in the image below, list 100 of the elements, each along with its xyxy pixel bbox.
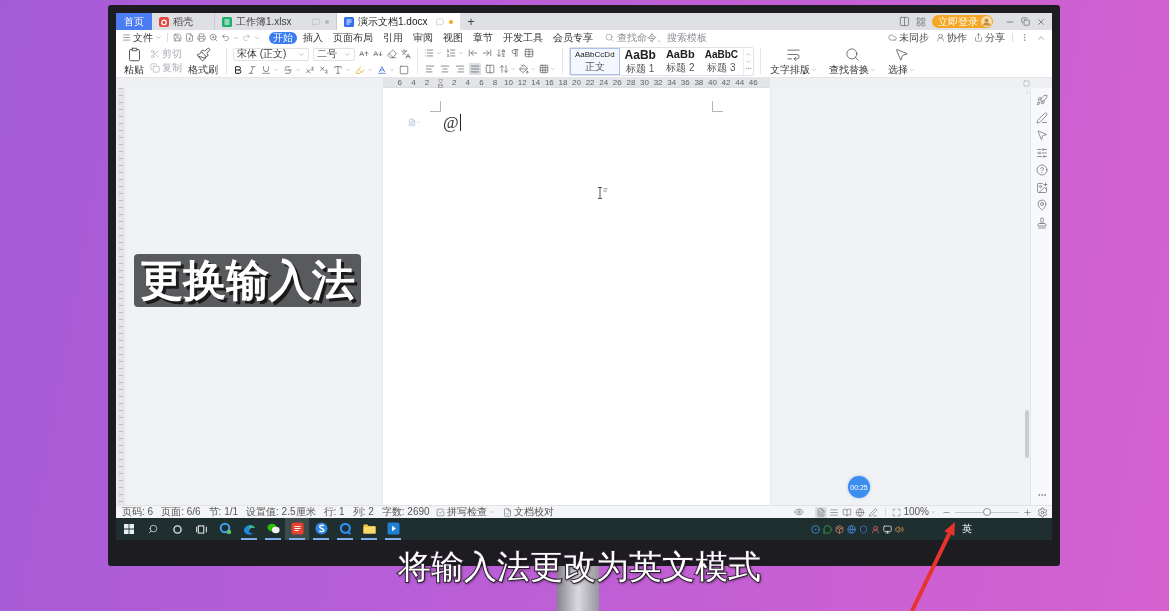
search-field[interactable]: 查找命令、搜索模板 xyxy=(617,31,713,44)
outline-view-icon[interactable] xyxy=(828,506,841,518)
more-icon[interactable] xyxy=(1020,33,1029,42)
reading-view-icon[interactable] xyxy=(841,506,854,518)
preview-icon[interactable] xyxy=(209,33,218,42)
strikethrough-icon[interactable] xyxy=(283,64,293,75)
file-menu-button[interactable]: 文件 xyxy=(122,32,162,43)
round-app-icon[interactable] xyxy=(811,524,820,534)
style-option[interactable]: AaBbC 标题 3 xyxy=(699,47,743,75)
header-action-button[interactable]: 分享 xyxy=(974,32,1005,43)
text-effect-icon[interactable] xyxy=(333,64,343,75)
ribbon-tab[interactable]: 引用 xyxy=(379,31,407,44)
print-icon[interactable] xyxy=(197,33,206,42)
numbered-list-icon[interactable] xyxy=(446,47,456,58)
grow-font-icon[interactable] xyxy=(359,49,369,59)
align-center-icon[interactable] xyxy=(439,62,451,75)
scroll-up-icon[interactable] xyxy=(745,50,752,58)
shading-icon[interactable] xyxy=(519,63,529,74)
settings-icon[interactable] xyxy=(1037,506,1048,518)
bullet-list-icon[interactable] xyxy=(424,47,434,58)
document-tab[interactable]: 演示文档1.docx xyxy=(337,13,460,30)
indent-marker-icon[interactable] xyxy=(438,78,444,88)
sliders-icon[interactable] xyxy=(1035,146,1048,159)
decrease-indent-icon[interactable] xyxy=(468,47,478,58)
borders-icon[interactable] xyxy=(539,63,549,74)
rocket-icon[interactable] xyxy=(1035,94,1048,106)
zoom-in-icon[interactable] xyxy=(1023,507,1032,517)
line-spacing-icon[interactable] xyxy=(499,63,509,74)
image-icon[interactable] xyxy=(1035,181,1048,194)
box-icon[interactable] xyxy=(835,524,844,534)
fit-width-icon[interactable] xyxy=(892,507,902,517)
underline-icon[interactable] xyxy=(261,64,271,75)
globe-icon[interactable] xyxy=(847,524,856,534)
font-size-dropdown[interactable]: 二号 xyxy=(313,47,355,61)
proofread-button[interactable]: 文档校对 xyxy=(502,507,554,517)
new-tab-button[interactable]: + xyxy=(460,13,482,30)
bold-icon[interactable] xyxy=(233,64,243,75)
page-view-icon[interactable] xyxy=(815,506,828,518)
grid-icon[interactable] xyxy=(916,16,926,27)
zoom-slider-thumb[interactable] xyxy=(983,508,991,516)
ribbon-tab[interactable]: 视图 xyxy=(439,31,467,44)
spell-check-button[interactable]: 拼写检查 xyxy=(435,507,495,517)
help-icon[interactable] xyxy=(1035,164,1048,176)
undo-icon[interactable] xyxy=(221,33,230,42)
ribbon-tab[interactable]: 插入 xyxy=(299,31,327,44)
superscript-icon[interactable] xyxy=(305,64,315,75)
restore-icon[interactable] xyxy=(1021,17,1030,26)
shield-icon[interactable] xyxy=(859,524,868,534)
chat-icon[interactable] xyxy=(823,524,832,534)
pointer-icon[interactable] xyxy=(1035,129,1048,141)
ribbon-tab[interactable]: 会员专享 xyxy=(549,31,597,44)
taskbar-button[interactable] xyxy=(285,518,309,540)
character-border-icon[interactable] xyxy=(399,64,409,75)
align-right-icon[interactable] xyxy=(454,62,466,75)
shrink-font-icon[interactable] xyxy=(373,49,383,59)
pen-icon[interactable] xyxy=(867,506,880,518)
font-family-dropdown[interactable]: 宋体 (正文) xyxy=(233,47,309,61)
sort-icon[interactable] xyxy=(496,47,506,58)
justify-icon[interactable] xyxy=(469,62,481,75)
close-icon[interactable] xyxy=(1036,16,1046,27)
ribbon-tab[interactable]: 页面布局 xyxy=(329,31,377,44)
tool-button[interactable]: 文字排版 xyxy=(767,47,820,75)
ruler-toggle-icon[interactable] xyxy=(1023,79,1030,87)
phonetic-guide-icon[interactable] xyxy=(401,49,411,59)
input-method-indicator[interactable]: 英 xyxy=(962,524,972,534)
web-view-icon[interactable] xyxy=(854,506,867,518)
split-view-icon[interactable] xyxy=(899,16,910,27)
save-icon[interactable] xyxy=(173,33,182,42)
font-color-icon[interactable] xyxy=(377,64,387,75)
style-option[interactable]: AaBb 标题 1 xyxy=(619,47,661,75)
redo-icon[interactable] xyxy=(242,33,251,42)
pen-icon[interactable] xyxy=(1035,111,1048,124)
paragraph-options-icon[interactable] xyxy=(408,118,416,127)
eraser-icon[interactable] xyxy=(387,49,397,59)
scroll-down-icon[interactable] xyxy=(745,57,752,65)
distribute-icon[interactable] xyxy=(484,62,496,75)
export-icon[interactable] xyxy=(185,33,194,42)
ribbon-tab[interactable]: 章节 xyxy=(469,31,497,44)
paragraph-mark-icon[interactable] xyxy=(510,47,520,58)
tool-button[interactable]: 查找替换 xyxy=(826,47,879,75)
clipboard-button[interactable]: 格式刷 xyxy=(186,47,220,75)
header-action-button[interactable]: 协作 xyxy=(936,32,967,43)
ribbon-tab[interactable]: 开始 xyxy=(269,31,297,44)
document-tab[interactable]: 首页 xyxy=(116,13,152,30)
table-icon[interactable] xyxy=(524,47,534,58)
zoom-dropdown[interactable]: 100% xyxy=(903,507,936,517)
align-left-icon[interactable] xyxy=(424,62,436,75)
highlighter-icon[interactable] xyxy=(355,64,365,75)
clipboard-button[interactable]: 粘贴 xyxy=(122,47,146,75)
style-option[interactable]: AaBbCcDd 正文 xyxy=(570,47,620,75)
ribbon-tab[interactable]: 审阅 xyxy=(409,31,437,44)
map-pin-icon[interactable] xyxy=(1035,199,1048,211)
increase-indent-icon[interactable] xyxy=(482,47,492,58)
subscript-icon[interactable] xyxy=(319,64,329,75)
tool-button[interactable]: 选择 xyxy=(885,47,918,75)
ribbon-tab[interactable]: 开发工具 xyxy=(499,31,547,44)
screen-icon[interactable] xyxy=(883,524,892,534)
eye-icon[interactable] xyxy=(794,507,805,517)
header-action-button[interactable]: 未同步 xyxy=(888,32,929,43)
stamp-icon[interactable] xyxy=(1035,216,1048,229)
